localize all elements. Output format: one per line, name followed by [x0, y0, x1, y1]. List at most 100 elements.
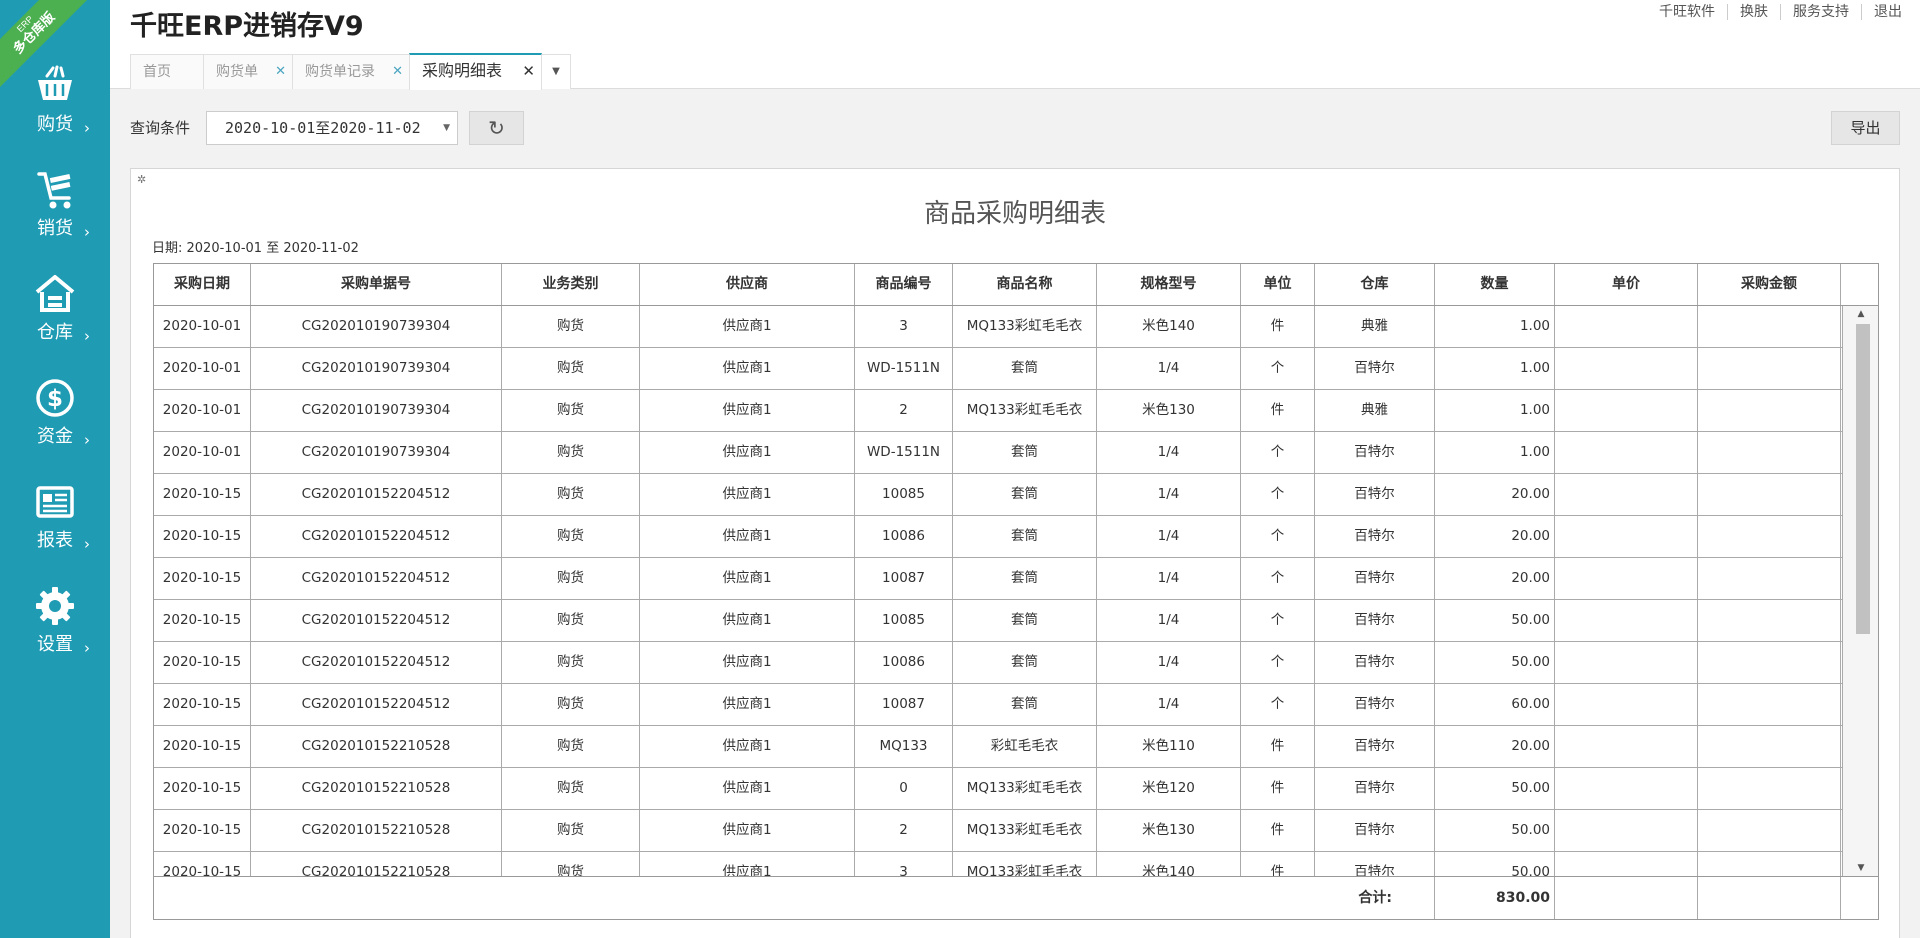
table-row[interactable]: 2020-10-15 CG202010152210528 购货 供应商1 MQ133 彩虹…: [154, 726, 1842, 768]
column-header-purchase-order-no: 采购单据号: [251, 264, 502, 305]
table-row[interactable]: 2020-10-01 CG202010190739304 购货 供应商1 2 MQ133彩…: [154, 390, 1842, 432]
sidebar-item-warehouse[interactable]: 仓库 ›: [0, 272, 110, 362]
table-row[interactable]: 2020-10-15 CG202010152210528 购货 供应商1 2 MQ133彩…: [154, 810, 1842, 852]
cell-item-code: 0: [855, 768, 953, 809]
tab-more-dropdown[interactable]: ▼: [541, 54, 571, 89]
close-icon[interactable]: ✕: [392, 55, 403, 89]
link-change-skin[interactable]: 换肤: [1727, 4, 1780, 20]
cell-unit: 件: [1241, 768, 1315, 809]
cell-item-code: 3: [855, 852, 953, 876]
cell-supplier: 供应商1: [640, 432, 855, 473]
cell-purchase-date: 2020-10-01: [154, 432, 251, 473]
cell-item-code: 2: [855, 810, 953, 851]
tab-home[interactable]: 首页: [130, 54, 204, 89]
cell-purchase-order-no: CG202010152204512: [251, 558, 502, 599]
sidebar-item-sales[interactable]: 销货 ›: [0, 168, 110, 258]
cell-purchase-date: 2020-10-15: [154, 558, 251, 599]
cell-quantity: 20.00: [1435, 474, 1555, 515]
cell-purchase-amount: [1698, 558, 1841, 599]
link-logout[interactable]: 退出: [1861, 4, 1914, 20]
cell-purchase-order-no: CG202010190739304: [251, 390, 502, 431]
table-row[interactable]: 2020-10-15 CG202010152204512 购货 供应商1 10086 套筒…: [154, 516, 1842, 558]
cell-unit: 个: [1241, 600, 1315, 641]
column-header-unit: 单位: [1241, 264, 1315, 305]
report-grid: 采购日期 采购单据号 业务类别 供应商 商品编号 商品名称 规格型号 单位 仓库 数量 单价 采购金额…: [153, 263, 1879, 920]
table-row[interactable]: 2020-10-15 CG202010152204512 购货 供应商1 10087 套筒…: [154, 684, 1842, 726]
cell-unit-price: [1555, 432, 1698, 473]
table-row[interactable]: 2020-10-01 CG202010190739304 购货 供应商1 WD-1511…: [154, 348, 1842, 390]
cell-purchase-order-no: CG202010152210528: [251, 810, 502, 851]
sidebar-item-funds[interactable]: $ 资金 ›: [0, 376, 110, 466]
table-row[interactable]: 2020-10-15 CG202010152204512 购货 供应商1 10085 套筒…: [154, 474, 1842, 516]
cell-warehouse: 百特尔: [1315, 348, 1435, 389]
cell-purchase-order-no: CG202010152210528: [251, 852, 502, 876]
cell-purchase-date: 2020-10-15: [154, 474, 251, 515]
table-row[interactable]: 2020-10-15 CG202010152204512 购货 供应商1 10086 套筒…: [154, 642, 1842, 684]
tab-label: 采购明细表: [422, 61, 503, 80]
link-service-support[interactable]: 服务支持: [1780, 4, 1861, 20]
tab-purchase-detail[interactable]: 采购明细表 ✕: [409, 53, 542, 90]
close-icon[interactable]: ✕: [522, 55, 535, 87]
sidebar-item-label: 销货: [37, 218, 73, 239]
table-row[interactable]: 2020-10-15 CG202010152210528 购货 供应商1 3 MQ133彩…: [154, 852, 1842, 876]
cell-quantity: 60.00: [1435, 684, 1555, 725]
column-header-unit-price: 单价: [1555, 264, 1698, 305]
close-icon[interactable]: ✕: [275, 55, 286, 89]
link-qianwang-software[interactable]: 千旺软件: [1647, 4, 1727, 20]
chevron-right-icon: ›: [84, 431, 90, 449]
cell-warehouse: 百特尔: [1315, 516, 1435, 557]
table-row[interactable]: 2020-10-01 CG202010190739304 购货 供应商1 WD-1511…: [154, 432, 1842, 474]
cell-spec-model: 1/4: [1097, 684, 1241, 725]
grid-body: 2020-10-01 CG202010190739304 购货 供应商1 3 MQ133彩…: [154, 306, 1842, 876]
cell-supplier: 供应商1: [640, 306, 855, 347]
cell-quantity: 20.00: [1435, 558, 1555, 599]
scroll-up-icon[interactable]: ▲: [1843, 306, 1879, 322]
caret-down-icon: ▼: [552, 66, 560, 77]
cell-purchase-amount: [1698, 768, 1841, 809]
chevron-right-icon: ›: [84, 327, 90, 345]
tab-label: 购货单记录: [305, 64, 375, 80]
cell-unit-price: [1555, 768, 1698, 809]
sidebar-item-label: 购货: [37, 114, 73, 135]
table-row[interactable]: 2020-10-15 CG202010152210528 购货 供应商1 0 MQ133彩…: [154, 768, 1842, 810]
table-row[interactable]: 2020-10-15 CG202010152204512 购货 供应商1 10087 套筒…: [154, 558, 1842, 600]
report-panel: ✲ 商品采购明细表 日期: 2020-10-01 至 2020-11-02 采购…: [130, 168, 1900, 938]
cell-item-code: 2: [855, 390, 953, 431]
scroll-thumb[interactable]: [1856, 324, 1870, 634]
cell-purchase-amount: [1698, 474, 1841, 515]
sidebar-item-settings[interactable]: 设置 ›: [0, 584, 110, 674]
cell-item-code: 10085: [855, 600, 953, 641]
tab-purchase-order[interactable]: 购货单 ✕: [203, 54, 293, 89]
cell-supplier: 供应商1: [640, 684, 855, 725]
refresh-button[interactable]: ↻: [469, 111, 524, 145]
table-row[interactable]: 2020-10-15 CG202010152204512 购货 供应商1 10085 套筒…: [154, 600, 1842, 642]
cell-warehouse: 百特尔: [1315, 684, 1435, 725]
app-title: 千旺ERP进销存V9: [130, 11, 364, 42]
chevron-right-icon: ›: [84, 535, 90, 553]
export-button[interactable]: 导出: [1831, 111, 1900, 145]
cell-spec-model: 1/4: [1097, 642, 1241, 683]
cell-item-name: MQ133彩虹毛毛衣: [953, 306, 1097, 347]
cell-unit: 个: [1241, 474, 1315, 515]
cell-purchase-date: 2020-10-15: [154, 684, 251, 725]
cell-purchase-date: 2020-10-15: [154, 516, 251, 557]
column-header-spacer: [1841, 264, 1877, 305]
cell-spec-model: 米色110: [1097, 726, 1241, 767]
scroll-down-icon[interactable]: ▼: [1843, 860, 1879, 876]
cell-purchase-date: 2020-10-01: [154, 306, 251, 347]
sidebar-item-purchase[interactable]: 购货 ›: [0, 64, 110, 154]
sidebar-item-reports[interactable]: 报表 ›: [0, 480, 110, 570]
column-settings-icon[interactable]: ✲: [137, 173, 146, 186]
cell-supplier: 供应商1: [640, 558, 855, 599]
cell-purchase-order-no: CG202010152204512: [251, 516, 502, 557]
gear-icon: [36, 587, 74, 625]
grid-header: 采购日期 采购单据号 业务类别 供应商 商品编号 商品名称 规格型号 单位 仓库 数量 单价 采购金额: [154, 264, 1878, 306]
table-row[interactable]: 2020-10-01 CG202010190739304 购货 供应商1 3 MQ133彩…: [154, 306, 1842, 348]
tab-purchase-order-records[interactable]: 购货单记录 ✕: [292, 54, 410, 89]
vertical-scrollbar[interactable]: ▲ ▼: [1842, 306, 1878, 876]
cell-business-type: 购货: [502, 390, 640, 431]
date-range-select[interactable]: 2020-10-01至2020-11-02 ▼: [206, 111, 458, 145]
chevron-right-icon: ›: [84, 119, 90, 137]
cell-warehouse: 百特尔: [1315, 852, 1435, 876]
grid-footer: 合计: 830.00: [154, 876, 1878, 919]
